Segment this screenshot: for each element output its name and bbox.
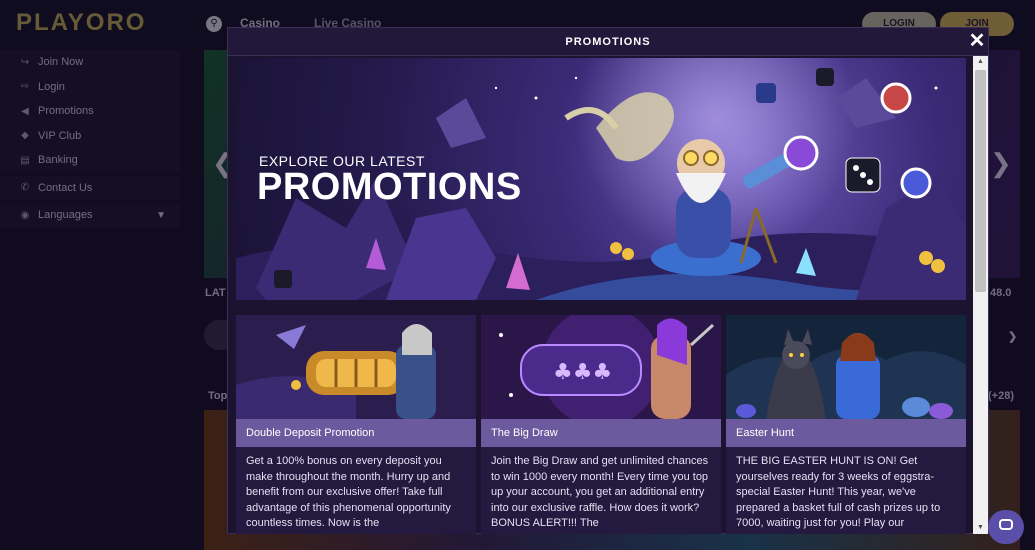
card-title[interactable]: The Big Draw: [481, 419, 721, 447]
modal-header: PROMOTIONS ✕: [228, 28, 988, 56]
promotion-cards: Double Deposit Promotion Get a 100% bonu…: [236, 315, 966, 534]
card-description: Join the Big Draw and get unlimited chan…: [491, 455, 709, 529]
easter-hunt-image: [726, 315, 966, 419]
card-description: THE BIG EASTER HUNT IS ON! Get yourselve…: [736, 455, 941, 529]
card-title[interactable]: Double Deposit Promotion: [236, 419, 476, 447]
svg-text:♣♣♣: ♣♣♣: [553, 360, 612, 385]
chat-bubble-icon[interactable]: [988, 510, 1024, 544]
scroll-down-arrow-icon[interactable]: ▼: [973, 522, 988, 534]
card-title[interactable]: Easter Hunt: [726, 419, 966, 447]
double-deposit-image: [236, 315, 476, 419]
scrollbar-thumb[interactable]: [975, 70, 986, 292]
scroll-up-arrow-icon[interactable]: ▲: [973, 56, 988, 68]
promotion-card-big-draw[interactable]: ♣♣♣ The Big Draw Join the Big Draw and g…: [481, 315, 721, 534]
promotions-banner: EXPLORE OUR LATEST PROMOTIONS: [236, 58, 966, 300]
banner-title: PROMOTIONS: [257, 166, 522, 208]
promotion-card-easter-hunt[interactable]: Easter Hunt THE BIG EASTER HUNT IS ON! G…: [726, 315, 966, 534]
promotions-modal: PROMOTIONS ✕ EXPLORE OUR LATEST PROMOTIO…: [227, 27, 989, 534]
modal-body: EXPLORE OUR LATEST PROMOTIONS Double Dep…: [228, 56, 973, 534]
card-description: Get a 100% bonus on every deposit you ma…: [246, 455, 451, 529]
promotion-card-double-deposit[interactable]: Double Deposit Promotion Get a 100% bonu…: [236, 315, 476, 534]
modal-scrollbar[interactable]: ▲ ▼: [973, 56, 988, 534]
close-icon[interactable]: ✕: [966, 30, 988, 52]
modal-title: PROMOTIONS: [565, 36, 651, 48]
big-draw-image: ♣♣♣: [481, 315, 721, 419]
